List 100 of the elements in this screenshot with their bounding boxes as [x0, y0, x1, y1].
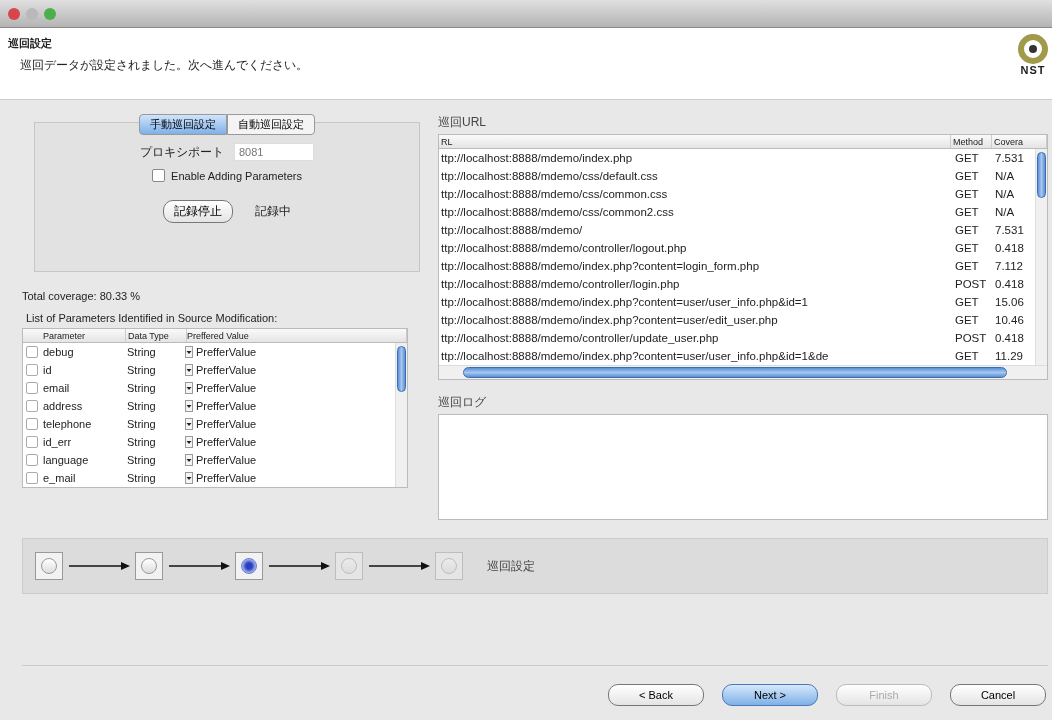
zoom-button[interactable] [44, 7, 56, 20]
table-cell-text: GET [954, 350, 980, 362]
table-cell-text: POST [954, 332, 988, 344]
table-cell-text: 0.418 [994, 332, 1025, 344]
table-cell-text: String [126, 436, 157, 448]
arrow-icon [367, 561, 431, 571]
table-cell-text: e_mail [42, 472, 77, 484]
table-cell-text: 15.06 [994, 296, 1025, 308]
table-cell-text: GET [954, 170, 980, 182]
page-message: 巡回データが設定されました。次へ進んでください。 [19, 57, 308, 74]
row-checkbox[interactable] [26, 472, 38, 484]
table-cell-text: String [126, 454, 157, 466]
parameters-label: List of Parameters Identified in Source Modification: [26, 312, 279, 324]
table-cell-text: GET [954, 242, 980, 254]
row-checkbox[interactable] [26, 400, 38, 412]
close-button[interactable] [8, 7, 20, 20]
table-cell: PrefferValue [196, 400, 257, 412]
total-coverage: Total coverage: 80.33 % [22, 290, 142, 302]
table-cell: PrefferValue [196, 418, 257, 430]
table-cell-text: String [126, 400, 157, 412]
table-cell-text: address [42, 400, 84, 412]
table-cell-text: GET [954, 152, 980, 164]
table-cell-text: GET [954, 188, 980, 200]
row-checkbox[interactable] [26, 418, 38, 430]
row-checkbox[interactable] [26, 436, 38, 448]
table-cell-text: POST [954, 278, 988, 290]
table-cell-text: id_err [42, 436, 73, 448]
table-cell-text: String [126, 346, 157, 358]
table-cell-text: telephone [42, 418, 93, 430]
table-cell-text: ttp://localhost:8888/mdemo/css/default.css [440, 170, 659, 182]
table-cell-text: debug [42, 346, 75, 358]
table-cell-text: N/A [994, 188, 1016, 200]
table-cell-text: id [42, 364, 53, 376]
vertical-scrollbar[interactable] [395, 343, 407, 487]
log-section-label: 巡回ログ [438, 394, 487, 411]
horizontal-scrollbar[interactable] [439, 365, 1047, 379]
stop-recording-button[interactable]: 記録停止 [163, 200, 233, 223]
table-cell-text: GET [954, 206, 980, 218]
table-cell-text: GET [954, 224, 980, 236]
table-cell: PrefferValue [196, 346, 257, 358]
table-cell-text: N/A [994, 206, 1016, 218]
table-cell-text: ttp://localhost:8888/mdemo/controller/logout.php [440, 242, 688, 254]
table-cell-text: ttp://localhost:8888/mdemo/index.php?content=user/edit_user.php [440, 314, 779, 326]
table-cell: PrefferValue [196, 436, 257, 448]
column-header[interactable]: Preffered Value [187, 329, 407, 342]
table-cell-text: 7.531 [994, 152, 1025, 164]
table-cell: PrefferValue [196, 454, 257, 466]
table-cell-text: N/A [994, 170, 1016, 182]
table-cell-text: ttp://localhost:8888/mdemo/css/common2.css [440, 206, 675, 218]
table-cell-text: GET [954, 260, 980, 272]
table-cell-text: String [126, 418, 157, 430]
table-cell-text: ttp://localhost:8888/mdemo/ [440, 224, 584, 236]
table-cell: PrefferValue [196, 364, 257, 376]
column-header[interactable]: Data Type [126, 329, 187, 342]
table-cell-text: ttp://localhost:8888/mdemo/index.php?content=user/user_info.php&id=1&de [440, 350, 830, 362]
row-checkbox[interactable] [26, 364, 38, 376]
column-header[interactable]: Method [951, 135, 992, 148]
logo-text: NST [1020, 64, 1046, 76]
ring-logo-icon [1016, 34, 1050, 64]
table-cell-text: String [126, 382, 157, 394]
table-cell-text: ttp://localhost:8888/mdemo/controller/update_user.php [440, 332, 720, 344]
arrow-icon [167, 561, 231, 571]
tab[interactable]: 自動巡回設定 [227, 114, 315, 135]
table-cell-text: ttp://localhost:8888/mdemo/index.php?content=login_form.php [440, 260, 761, 272]
table-cell-text: String [126, 364, 157, 376]
table-cell-text: GET [954, 314, 980, 326]
table-cell-text: 7.531 [994, 224, 1025, 236]
table-cell-text: 0.418 [994, 242, 1025, 254]
page-title: 巡回設定 [8, 36, 53, 51]
arrow-icon [67, 561, 131, 571]
table-cell-text: String [126, 472, 157, 484]
row-checkbox[interactable] [26, 346, 38, 358]
proxy-port-field[interactable]: 8081 [234, 143, 314, 161]
table-cell-text: ttp://localhost:8888/mdemo/index.php?content=user/user_info.php&id=1 [440, 296, 809, 308]
table-cell-text: email [42, 382, 71, 394]
checkbox[interactable] [152, 169, 166, 182]
table-cell: PrefferValue [196, 382, 257, 394]
arrow-icon [267, 561, 331, 571]
table-cell-text: language [42, 454, 90, 466]
wizard-button[interactable]: Cancel [950, 684, 1046, 706]
row-checkbox[interactable] [26, 454, 38, 466]
row-checkbox[interactable] [26, 382, 38, 394]
step-label: 巡回設定 [487, 557, 535, 575]
recording-status: 記録中 [255, 203, 291, 220]
column-header[interactable]: Parameter [41, 329, 126, 342]
table-cell-text: 7.112 [994, 260, 1024, 272]
column-header[interactable]: Covera [992, 135, 1047, 148]
tab[interactable]: 手動巡回設定 [139, 114, 227, 135]
table-cell-text: ttp://localhost:8888/mdemo/controller/login.php [440, 278, 681, 290]
table-cell-text: 11.29 [994, 350, 1024, 362]
table-cell-text: 10.46 [994, 314, 1025, 326]
vertical-scrollbar[interactable] [1035, 149, 1047, 365]
column-header[interactable]: RL [439, 135, 951, 148]
proxy-port-label: プロキシポート [140, 143, 224, 161]
table-cell: PrefferValue [196, 472, 257, 484]
checkbox-label: Enable Adding Parameters [171, 169, 302, 182]
wizard-button[interactable]: Next > [722, 684, 818, 706]
wizard-button[interactable]: < Back [608, 684, 704, 706]
table-cell-text: ttp://localhost:8888/mdemo/css/common.css [440, 188, 669, 200]
url-section-label: 巡回URL [438, 114, 487, 131]
